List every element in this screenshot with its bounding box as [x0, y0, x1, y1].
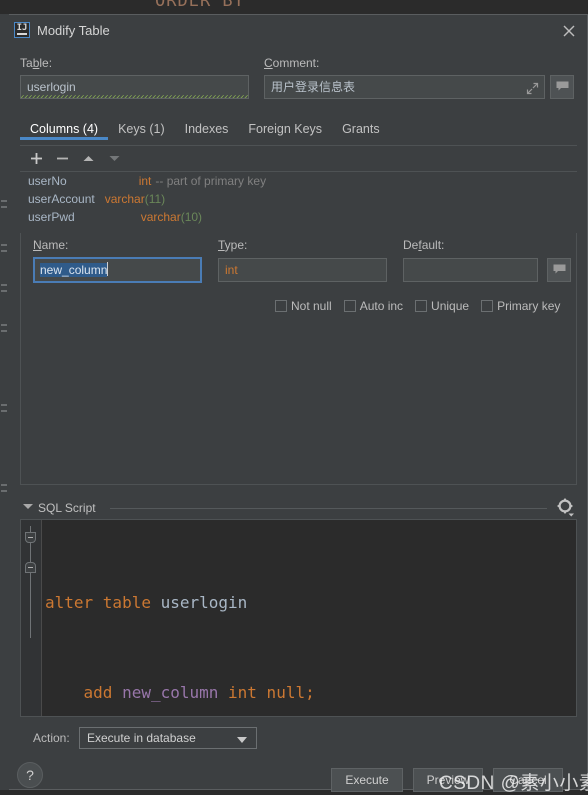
tab-keys[interactable]: Keys (1)	[108, 119, 175, 140]
auto-inc-checkbox[interactable]: Auto inc	[343, 297, 404, 315]
cancel-button[interactable]: Cancel	[493, 768, 563, 792]
unique-checkbox[interactable]: Unique	[415, 297, 469, 315]
column-note: -- part of primary key	[155, 174, 267, 188]
column-default-input[interactable]	[403, 258, 538, 282]
action-label: Action:	[33, 731, 70, 745]
column-flags-row: Not null Auto inc Unique Primary key	[275, 297, 560, 315]
table-name-value: userlogin	[27, 80, 76, 94]
column-name: userPwd	[28, 210, 75, 224]
add-column-button[interactable]	[26, 149, 46, 169]
tab-grants[interactable]: Grants	[332, 119, 390, 140]
fold-marker-icon[interactable]	[25, 532, 36, 543]
move-up-button[interactable]	[78, 149, 98, 169]
column-type-value: int	[225, 263, 238, 277]
columns-list[interactable]: userNo int -- part of primary key userAcco…	[20, 171, 577, 234]
comment-input[interactable]: 用户登录信息表	[264, 75, 545, 99]
editor-gutter	[21, 520, 42, 716]
table-label: Table:	[20, 56, 53, 70]
auto-inc-label: Auto inc	[359, 299, 404, 313]
text-caret	[107, 262, 109, 276]
background-editor: ORDER BY	[0, 0, 588, 14]
unique-label: Unique	[431, 299, 470, 313]
sql-code-text: alter table userlogin add new_column int…	[45, 528, 315, 716]
column-name: userAccount	[28, 192, 95, 206]
comment-bubble-icon	[556, 81, 568, 91]
dialog-title: Modify Table	[37, 23, 110, 38]
sql-line: add new_column int null;	[45, 683, 315, 702]
checkbox-box	[275, 300, 287, 312]
sql-script-header: SQL Script	[20, 497, 577, 519]
close-icon[interactable]	[559, 21, 579, 41]
column-type: int	[138, 174, 152, 188]
checkbox-box	[343, 300, 356, 312]
table-row[interactable]: userPwd varchar(10)	[20, 208, 577, 226]
table-row[interactable]: userAccount varchar(11)	[20, 190, 577, 208]
column-type: varchar	[104, 192, 145, 206]
column-length: (11)	[144, 192, 166, 206]
column-length: (10)	[180, 210, 203, 224]
table-row[interactable]: userNo int -- part of primary key	[20, 172, 577, 190]
column-name: userNo	[28, 174, 67, 188]
comment-label: Comment:	[264, 56, 320, 70]
help-button[interactable]: ?	[17, 762, 43, 788]
table-name-input[interactable]: userlogin	[20, 75, 249, 99]
name-label: Name:	[33, 238, 69, 252]
type-label: Type:	[218, 238, 248, 252]
table-comment-button[interactable]	[550, 75, 574, 99]
comment-bubble-icon	[553, 264, 565, 274]
remove-column-button[interactable]	[52, 149, 72, 169]
modify-table-dialog: IJ Modify Table Table: Comment: userlogi…	[9, 14, 588, 794]
column-name-input[interactable]: new_column	[33, 257, 202, 283]
intellij-idea-icon: IJ	[14, 22, 30, 38]
expand-icon[interactable]	[526, 80, 539, 95]
column-type: varchar	[140, 210, 181, 224]
comment-value: 用户登录信息表	[271, 80, 356, 94]
checkbox-box	[481, 300, 494, 312]
primary-key-label: Primary key	[497, 299, 561, 313]
collapse-chevron-down-icon[interactable]	[23, 504, 33, 509]
sql-script-editor[interactable]: alter table userlogin add new_column int…	[20, 519, 577, 717]
move-down-button[interactable]	[104, 149, 124, 169]
default-comment-button[interactable]	[547, 258, 571, 282]
action-value: Execute in database	[87, 731, 196, 745]
gear-icon[interactable]	[555, 497, 577, 519]
not-null-label: Not null	[291, 299, 332, 313]
preview-button[interactable]: Preview	[413, 768, 483, 792]
columns-toolbar	[20, 147, 577, 171]
tab-foreign-keys[interactable]: Foreign Keys	[238, 119, 332, 140]
action-dropdown[interactable]: Execute in database	[79, 727, 257, 749]
table-editor-tabs: Columns (4) Keys (1) Indexes Foreign Key…	[20, 119, 577, 146]
primary-key-checkbox[interactable]: Primary key	[481, 297, 560, 315]
tab-columns[interactable]: Columns (4)	[20, 119, 108, 140]
tab-indexes[interactable]: Indexes	[175, 119, 239, 140]
dialog-title-bar: IJ Modify Table	[9, 15, 587, 47]
fold-marker-icon[interactable]	[25, 562, 36, 573]
section-divider	[110, 508, 547, 509]
column-name-value: new_column	[40, 263, 108, 277]
sql-script-title: SQL Script	[38, 501, 96, 515]
not-null-checkbox[interactable]: Not null	[275, 297, 332, 315]
chevron-down-icon	[237, 737, 247, 743]
column-type-input[interactable]: int	[218, 258, 387, 282]
default-label: Default:	[403, 238, 445, 252]
sql-line: alter table userlogin	[45, 593, 248, 612]
checkbox-box	[415, 300, 428, 312]
background-sql-text: ORDER BY	[155, 0, 245, 11]
execute-button[interactable]: Execute	[331, 768, 403, 792]
